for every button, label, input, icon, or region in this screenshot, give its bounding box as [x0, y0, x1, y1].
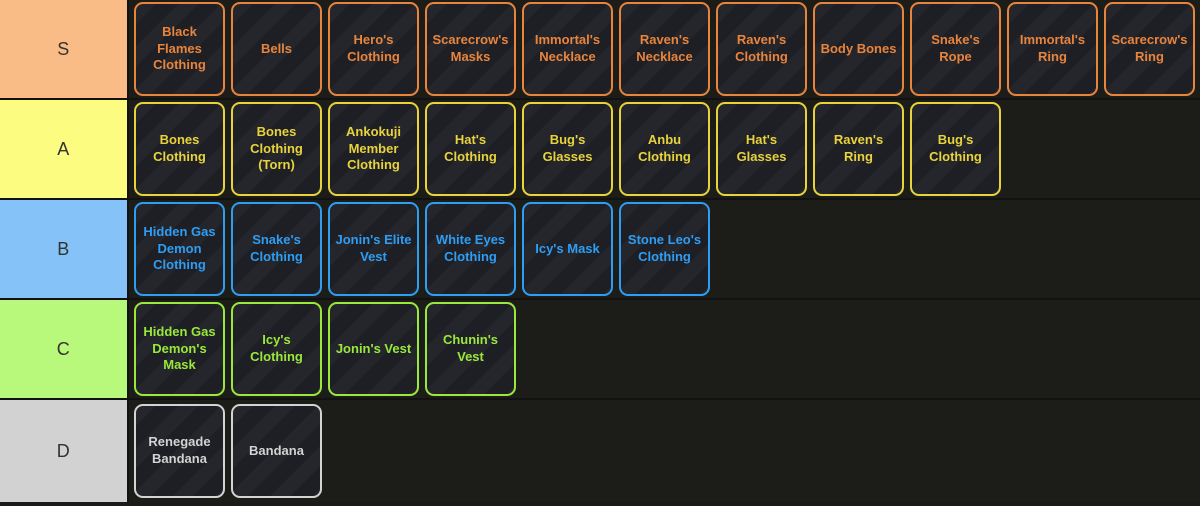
tier-item-label: Bells — [260, 40, 293, 56]
tier-item-label: Anbu Clothing — [638, 132, 691, 164]
tier-item-card[interactable]: Bones Clothing (Torn) — [231, 102, 322, 196]
tier-item-card[interactable]: Ankokuji Member Clothing — [328, 102, 419, 196]
tier-item-label: Black Flames Clothing — [153, 24, 206, 73]
tier-item-card[interactable]: Bug's Clothing — [910, 102, 1001, 196]
tier-item-label: Jonin's Vest — [335, 340, 412, 356]
tier-item-card[interactable]: Jonin's Elite Vest — [328, 202, 419, 296]
tier-item-card[interactable]: Raven's Ring — [813, 102, 904, 196]
tier-item-card[interactable]: Hidden Gas Demon Clothing — [134, 202, 225, 296]
tier-item-card[interactable]: Hat's Clothing — [425, 102, 516, 196]
tier-row-a: A Bones Clothing Bones Clothing (Torn) Anko… — [0, 100, 1200, 200]
tier-item-label: Snake's Rope — [931, 32, 980, 64]
tier-item-label: Hidden Gas Demon's Mask — [143, 324, 216, 373]
tier-items-c: Hidden Gas Demon's Mask Icy's Clothing Jon… — [129, 300, 1200, 398]
tier-row-c: C Hidden Gas Demon's Mask Icy's Clothing Jo… — [0, 300, 1200, 400]
tier-item-label: Icy's Clothing — [250, 332, 303, 364]
tier-item-label: Hat's Glasses — [736, 132, 787, 164]
tier-items-s: Black Flames Clothing Bells Hero's Clothin… — [129, 0, 1200, 98]
tier-item-label: Icy's Mask — [535, 240, 600, 256]
tier-item-label: Bandana — [249, 442, 304, 458]
tier-item-label: Chunin's Vest — [442, 332, 499, 364]
tier-item-card[interactable]: Hero's Clothing — [328, 2, 419, 96]
tier-row-d: D Renegade Bandana Bandana — [0, 400, 1200, 502]
tier-item-card[interactable]: Body Bones — [813, 2, 904, 96]
tier-item-label: Body Bones — [820, 40, 897, 56]
tier-item-label: Hero's Clothing — [347, 32, 400, 64]
tier-item-card[interactable]: Hidden Gas Demon's Mask — [134, 302, 225, 396]
tier-item-card[interactable]: Stone Leo's Clothing — [619, 202, 710, 296]
tier-item-card[interactable]: Snake's Clothing — [231, 202, 322, 296]
tier-item-label: Immortal's Necklace — [534, 32, 601, 64]
tier-item-card[interactable]: Bones Clothing — [134, 102, 225, 196]
tier-item-card[interactable]: Renegade Bandana — [134, 404, 225, 498]
tier-item-card[interactable]: Bandana — [231, 404, 322, 498]
tier-item-card[interactable]: Hat's Glasses — [716, 102, 807, 196]
tier-item-label: Raven's Necklace — [636, 32, 693, 64]
tier-label-c[interactable]: C — [0, 300, 129, 398]
tier-item-card[interactable]: Bells — [231, 2, 322, 96]
tier-item-card[interactable]: Anbu Clothing — [619, 102, 710, 196]
tier-item-label: Bug's Clothing — [929, 132, 982, 164]
tier-item-label: Bug's Glasses — [542, 132, 593, 164]
tier-items-a: Bones Clothing Bones Clothing (Torn) Ankok… — [129, 100, 1200, 198]
tier-row-b: B Hidden Gas Demon Clothing Snake's Clothi… — [0, 200, 1200, 300]
tier-item-label: Hidden Gas Demon Clothing — [143, 224, 216, 273]
tier-item-label: Renegade Bandana — [148, 434, 211, 466]
tier-item-card[interactable]: White Eyes Clothing — [425, 202, 516, 296]
tier-item-card[interactable]: Icy's Mask — [522, 202, 613, 296]
tier-item-label: Snake's Clothing — [250, 232, 303, 264]
tier-item-card[interactable]: Snake's Rope — [910, 2, 1001, 96]
tier-item-label: Bones Clothing (Torn) — [250, 124, 303, 173]
tier-item-card[interactable]: Raven's Clothing — [716, 2, 807, 96]
tier-item-card[interactable]: Immortal's Necklace — [522, 2, 613, 96]
tier-item-label: Immortal's Ring — [1019, 32, 1086, 64]
tier-items-d: Renegade Bandana Bandana — [129, 400, 1200, 502]
tier-item-label: Jonin's Elite Vest — [335, 232, 412, 264]
tier-items-b: Hidden Gas Demon Clothing Snake's Clothin… — [129, 200, 1200, 298]
tier-item-card[interactable]: Scarecrow's Ring — [1104, 2, 1195, 96]
tier-list: S Black Flames Clothing Bells Hero's Clothi… — [0, 0, 1200, 506]
tier-item-label: Hat's Clothing — [444, 132, 497, 164]
tier-label-s[interactable]: S — [0, 0, 129, 98]
tier-item-label: Raven's Clothing — [735, 32, 788, 64]
tier-item-label: Ankokuji Member Clothing — [346, 124, 401, 173]
tier-item-card[interactable]: Immortal's Ring — [1007, 2, 1098, 96]
tier-item-card[interactable]: Icy's Clothing — [231, 302, 322, 396]
tier-item-label: White Eyes Clothing — [435, 232, 506, 264]
tier-item-label: Scarecrow's Masks — [432, 32, 509, 64]
tier-item-label: Raven's Ring — [833, 132, 884, 164]
tier-label-b[interactable]: B — [0, 200, 129, 298]
tier-item-card[interactable]: Bug's Glasses — [522, 102, 613, 196]
tier-item-card[interactable]: Black Flames Clothing — [134, 2, 225, 96]
tier-item-label: Bones Clothing — [153, 132, 206, 164]
tier-item-card[interactable]: Jonin's Vest — [328, 302, 419, 396]
tier-item-label: Scarecrow's Ring — [1111, 32, 1188, 64]
tier-item-label: Stone Leo's Clothing — [627, 232, 702, 264]
tier-item-card[interactable]: Chunin's Vest — [425, 302, 516, 396]
tier-label-d[interactable]: D — [0, 400, 129, 502]
tier-label-a[interactable]: A — [0, 100, 129, 198]
tier-row-s: S Black Flames Clothing Bells Hero's Clothi… — [0, 0, 1200, 100]
tier-item-card[interactable]: Raven's Necklace — [619, 2, 710, 96]
tier-item-card[interactable]: Scarecrow's Masks — [425, 2, 516, 96]
